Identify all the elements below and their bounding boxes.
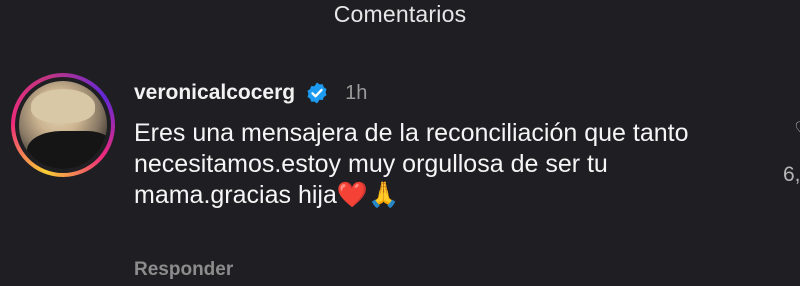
comment-username[interactable]: veronicalcocerg [134, 81, 295, 105]
reply-button[interactable]: Responder [134, 259, 233, 281]
page-title: Comentarios [333, 1, 467, 27]
like-count: 6, [783, 163, 800, 186]
heart-outline-icon[interactable]: ♡ [794, 117, 800, 142]
comments-header: Comentarios [0, 0, 800, 30]
comment-timestamp: 1h [345, 81, 368, 104]
comment-body: Eres una mensajera de la reconciliación … [134, 119, 689, 209]
comment-meta: veronicalcocerg 1h [134, 76, 754, 110]
heart-emoji: ❤️ [336, 181, 368, 209]
avatar-story-ring[interactable] [11, 73, 115, 177]
comment-text: Eres una mensajera de la reconciliación … [134, 118, 744, 211]
avatar[interactable] [19, 81, 107, 169]
praying-hands-emoji: 🙏 [368, 181, 400, 209]
comment: veronicalcocerg 1h Eres una mensajera de… [134, 76, 754, 211]
verified-badge-icon [307, 82, 327, 104]
